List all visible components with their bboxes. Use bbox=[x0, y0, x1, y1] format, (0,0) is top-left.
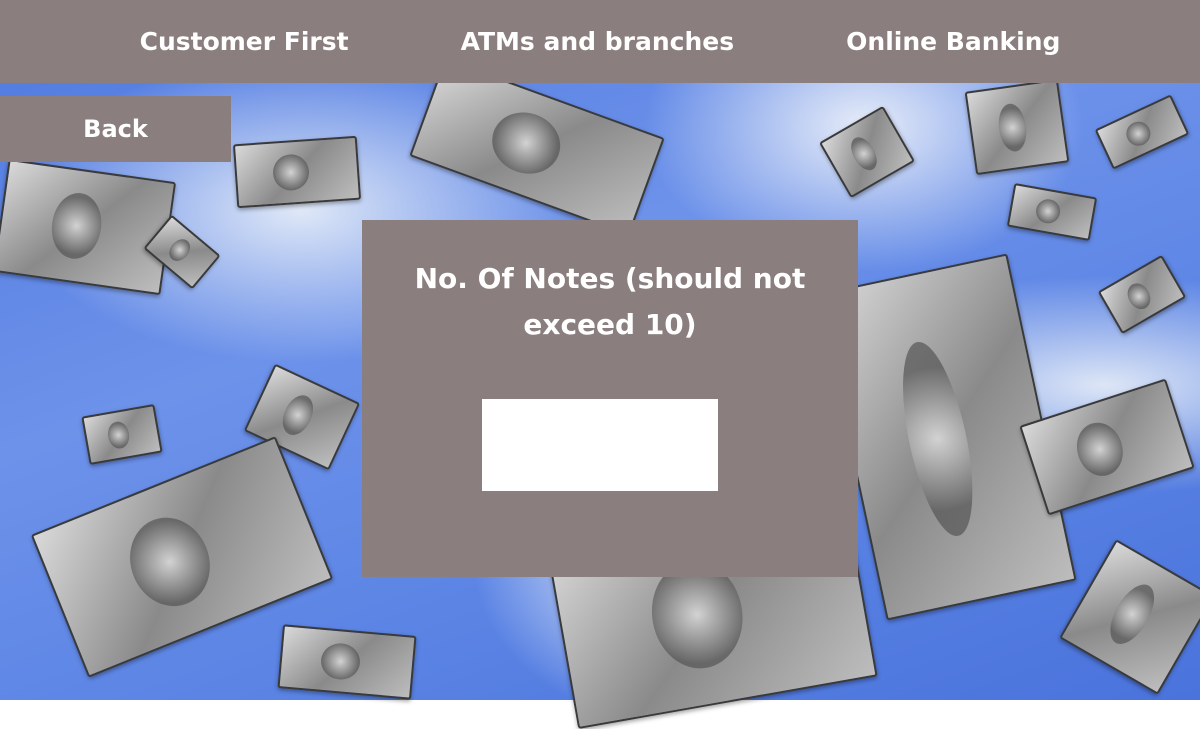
nav-link-atms-and-branches[interactable]: ATMs and branches bbox=[461, 27, 735, 56]
nav-link-online-banking[interactable]: Online Banking bbox=[846, 27, 1060, 56]
banknote-image bbox=[1097, 254, 1187, 335]
top-navigation-bar: Customer First ATMs and branches Online … bbox=[0, 0, 1200, 83]
banknote-image bbox=[1059, 539, 1200, 695]
back-button[interactable]: Back bbox=[0, 96, 231, 162]
banknote-image bbox=[277, 624, 417, 700]
banknote-image bbox=[964, 78, 1070, 176]
notes-count-label: No. Of Notes (should not exceed 10) bbox=[414, 262, 806, 341]
banknote-image bbox=[232, 135, 362, 209]
nav-link-customer-first[interactable]: Customer First bbox=[140, 27, 349, 56]
notes-form-panel: No. Of Notes (should not exceed 10) bbox=[362, 220, 858, 577]
banknote-image bbox=[0, 158, 177, 296]
notes-count-input[interactable] bbox=[482, 399, 718, 491]
banknote-image bbox=[1019, 378, 1195, 516]
banknote-image bbox=[409, 58, 665, 236]
banknote-image bbox=[81, 403, 163, 466]
banknote-image bbox=[1006, 183, 1098, 241]
banknote-image bbox=[1094, 94, 1190, 170]
banknote-image bbox=[818, 105, 916, 199]
